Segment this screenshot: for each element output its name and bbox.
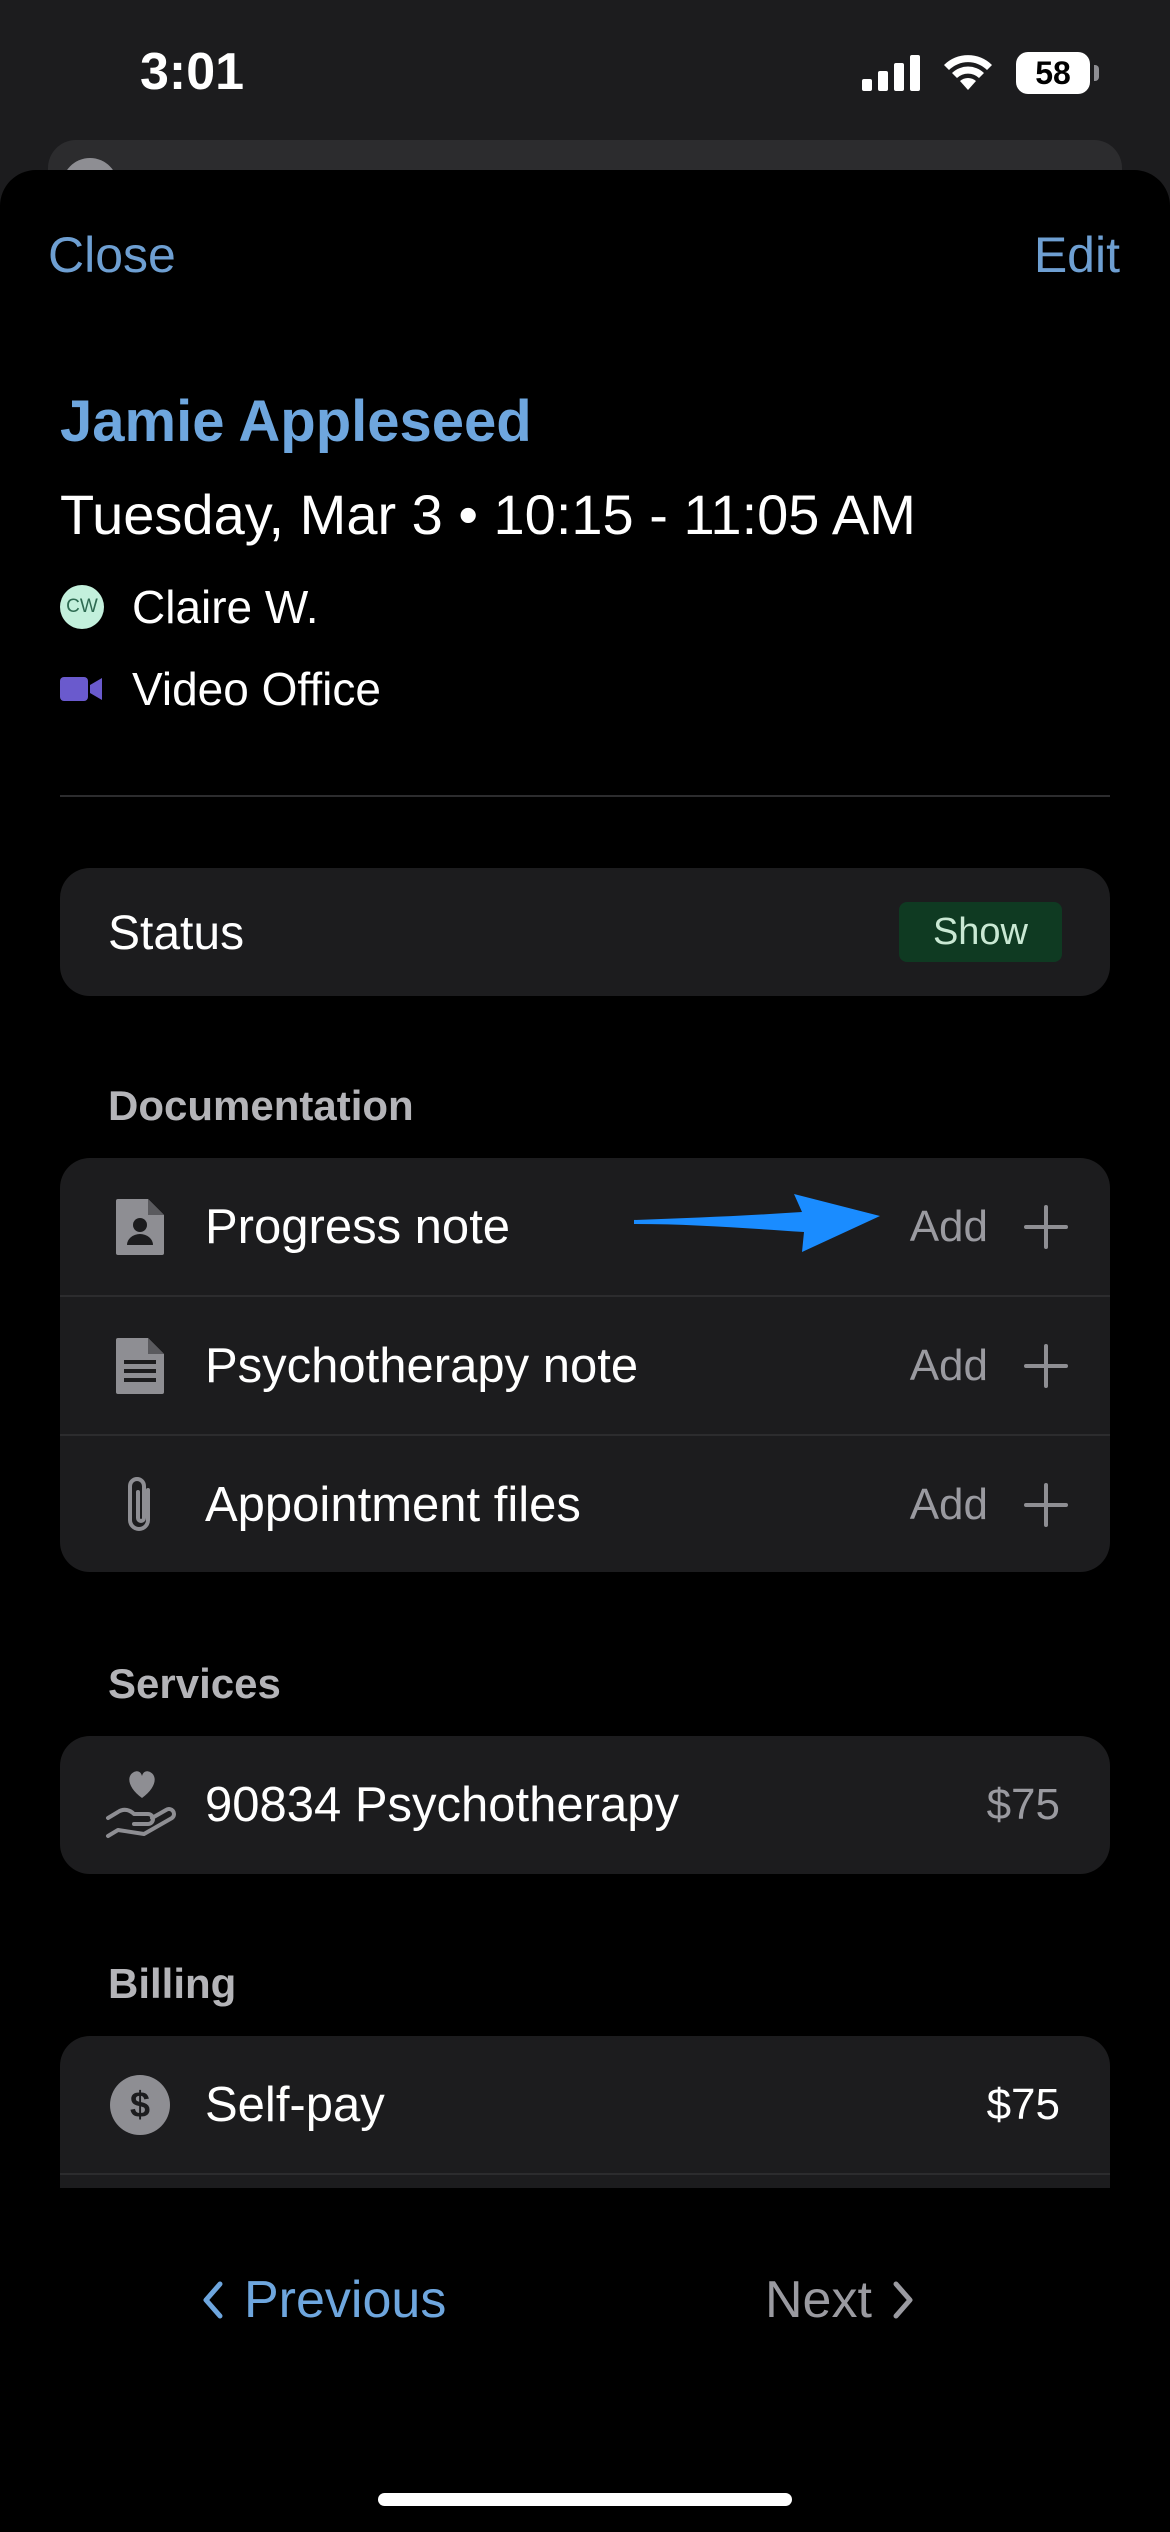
service-amount: $75 [986, 1780, 1060, 1829]
divider [60, 795, 1110, 797]
documentation-heading: Documentation [108, 1082, 414, 1129]
clinician-avatar: CW [60, 585, 104, 629]
documentation-card: Progress note Add Psychotherapy note Add [60, 1158, 1110, 1572]
add-appointment-files-button[interactable]: Add [910, 1480, 988, 1530]
previous-label: Previous [244, 2271, 447, 2329]
home-indicator[interactable] [378, 2493, 792, 2506]
plus-icon[interactable] [1022, 1203, 1070, 1251]
document-lines-icon [108, 1334, 172, 1398]
row-label: Appointment files [205, 1478, 581, 1532]
battery-icon: 58 [1016, 52, 1099, 94]
appointment-sheet: Close Edit Jamie Appleseed Tuesday, Mar … [0, 170, 1170, 2532]
edit-button[interactable]: Edit [1034, 226, 1120, 284]
service-row[interactable]: 90834 Psychotherapy $75 [60, 1736, 1110, 1874]
status-icons: 58 [862, 52, 1099, 94]
cellular-signal-icon [862, 55, 920, 91]
plus-icon[interactable] [1022, 1481, 1070, 1529]
billing-amount: $75 [986, 2080, 1060, 2129]
service-name: 90834 Psychotherapy [205, 1778, 679, 1832]
status-badge[interactable]: Show [898, 902, 1062, 962]
paperclip-icon [108, 1473, 172, 1537]
next-label: Next [765, 2271, 872, 2329]
clinician-row: CW Claire W. [60, 580, 319, 634]
row-label: Psychotherapy note [205, 1339, 639, 1393]
next-button[interactable]: Next [765, 2270, 916, 2330]
status-label: Status [108, 907, 245, 960]
add-psychotherapy-note-button[interactable]: Add [910, 1341, 988, 1391]
status-time: 3:01 [140, 43, 245, 101]
documentation-row-appointment-files[interactable]: Appointment files Add [60, 1436, 1110, 1572]
bottom-bar [0, 2188, 1170, 2532]
client-name[interactable]: Jamie Appleseed [60, 388, 532, 455]
hand-heart-icon [104, 1771, 180, 1838]
video-camera-icon [60, 677, 102, 701]
previous-button[interactable]: Previous [200, 2270, 446, 2330]
location-row: Video Office [60, 662, 381, 716]
plus-icon[interactable] [1022, 1342, 1070, 1390]
billing-heading: Billing [108, 1960, 237, 2007]
billing-row[interactable]: $ Self-pay $75 [60, 2036, 1110, 2174]
dollar-circle-icon: $ [108, 2073, 172, 2137]
chevron-right-icon [893, 2281, 913, 2319]
services-card: 90834 Psychotherapy $75 [60, 1736, 1110, 1874]
services-heading: Services [108, 1660, 281, 1707]
documentation-row-progress-note[interactable]: Progress note Add [60, 1158, 1110, 1296]
row-label: Progress note [205, 1200, 511, 1254]
person-document-icon [108, 1195, 172, 1259]
clinician-name: Claire W. [132, 581, 319, 633]
documentation-row-psychotherapy-note[interactable]: Psychotherapy note Add [60, 1297, 1110, 1435]
close-button[interactable]: Close [48, 226, 176, 284]
chevron-left-icon [203, 2281, 223, 2319]
location-name: Video Office [132, 663, 381, 715]
billing-method: Self-pay [205, 2078, 385, 2132]
billing-card: $ Self-pay $75 [60, 2036, 1110, 2196]
add-progress-note-button[interactable]: Add [910, 1202, 988, 1252]
wifi-icon [944, 55, 992, 90]
row-divider [60, 2173, 1110, 2175]
svg-text:$: $ [130, 2084, 150, 2125]
status-card[interactable]: Status Show [60, 868, 1110, 996]
annotation-arrow-icon [634, 1194, 880, 1252]
appointment-datetime: Tuesday, Mar 3 • 10:15 - 11:05 AM [60, 483, 916, 546]
